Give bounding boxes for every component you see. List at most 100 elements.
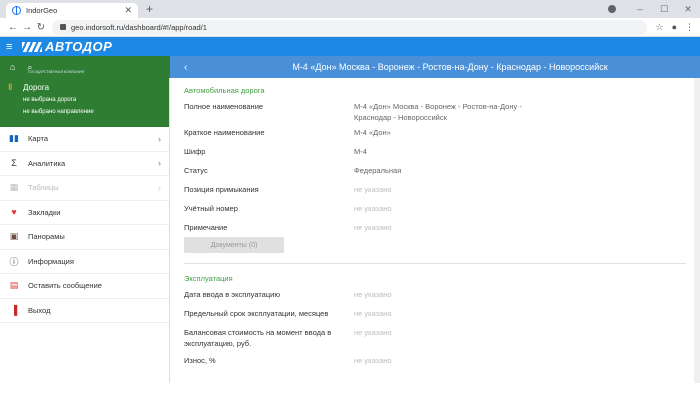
calendar-icon: ▤	[9, 280, 19, 291]
section-title-exploitation: Эксплуатация	[184, 274, 233, 283]
chevron-right-icon: ›	[158, 133, 161, 144]
row-key: Позиция примыкания	[184, 185, 259, 194]
sidebar-item-label: Аналитика	[28, 158, 66, 168]
forward-arrow-icon[interactable]: →	[20, 22, 34, 33]
sidebar-item-label: Таблицы	[28, 183, 59, 193]
info-row: Краткое наименование М-4 «Дон»	[184, 127, 700, 138]
new-tab-button[interactable]: +	[146, 2, 153, 16]
tab-title: IndorGeo	[26, 6, 58, 15]
minimize-icon[interactable]: –	[628, 4, 652, 14]
row-value: не указано	[354, 328, 392, 337]
row-key: Износ, %	[184, 356, 216, 365]
sidebar: Ⅱ Дорога не выбрана дорога не выбрано на…	[0, 78, 170, 383]
tab-close-icon[interactable]: ✕	[124, 5, 132, 16]
divider	[184, 263, 686, 264]
row-value: не указано	[354, 185, 392, 194]
row-key: Дата ввода в эксплуатацию	[184, 290, 280, 299]
chevron-left-icon[interactable]: ‹	[184, 62, 187, 73]
row-key: Примечание	[184, 223, 228, 232]
close-window-icon[interactable]: ✕	[676, 4, 700, 15]
sidebar-item-map[interactable]: ▮▮ Карта ›	[0, 127, 169, 152]
info-row: Дата ввода в эксплуатацию не указано	[184, 289, 700, 300]
row-value: не указано	[354, 204, 392, 213]
browser-tab[interactable]: IndorGeo ✕	[6, 3, 138, 18]
row-value: не указано	[354, 290, 392, 299]
sidebar-item-info[interactable]: ⓘ Информация	[0, 250, 169, 274]
row-key: Предельный срок эксплуатации, месяцев	[184, 309, 329, 318]
info-row: Предельный срок эксплуатации, месяцев не…	[184, 308, 700, 319]
app-toolbar: ⌂ ⌕ ‹ М-4 «Дон» Москва - Воронеж - Росто…	[0, 56, 700, 78]
row-value: не указано	[354, 356, 392, 365]
star-icon[interactable]: ☆	[655, 22, 663, 33]
scrollbar[interactable]	[694, 78, 700, 383]
row-key: Статус	[184, 166, 208, 175]
url-text: geo.indorsoft.ru/dashboard/#!/app/road/1	[71, 22, 207, 32]
road-title: М-4 «Дон» Москва - Воронеж - Ростов-на-Д…	[292, 62, 608, 72]
chevron-right-icon: ›	[158, 158, 161, 169]
browser-tabbar: IndorGeo ✕ + – ☐ ✕	[0, 0, 700, 18]
sidebar-item-message[interactable]: ▤ Оставить сообщение	[0, 274, 169, 299]
row-value: не указано	[354, 223, 392, 232]
sidebar-item-exit[interactable]: ▐ Выход	[0, 299, 169, 323]
sigma-icon: Σ	[11, 158, 17, 169]
logo-stripes-icon	[22, 41, 42, 52]
row-value: Федеральная	[354, 166, 402, 175]
app-header: ≡ АВТОДОР	[0, 37, 700, 56]
info-row: Износ, % не указано	[184, 355, 700, 366]
account-icon[interactable]: ●	[672, 22, 677, 33]
reload-icon[interactable]: ↻	[34, 22, 48, 33]
exit-icon: ▐	[10, 305, 18, 316]
maximize-icon[interactable]: ☐	[652, 4, 676, 15]
info-icon: ⓘ	[9, 256, 19, 267]
sidebar-item-label: Оставить сообщение	[28, 281, 102, 291]
row-value: М-4 «Дон» Москва - Воронеж - Ростов-на-Д…	[354, 102, 522, 122]
sidebar-item-label: Закладки	[28, 207, 61, 217]
info-row: Шифр М-4	[184, 146, 700, 157]
bookmark-icon: ♥	[11, 207, 17, 218]
sidebar-item-analytics[interactable]: Σ Аналитика ›	[0, 152, 169, 176]
row-key: Полное наименование	[184, 102, 264, 111]
back-arrow-icon[interactable]: ←	[6, 22, 20, 33]
row-value: не указано	[354, 309, 392, 318]
logo-text: АВТОДОР	[45, 39, 113, 54]
sidebar-road[interactable]: Ⅱ Дорога не выбрана дорога не выбрано на…	[0, 78, 169, 127]
row-value: М-4 «Дон»	[354, 128, 391, 137]
hamburger-icon[interactable]: ≡	[6, 41, 22, 53]
sidebar-item-label: Карта	[28, 134, 49, 144]
main-content: Автомобильная дорога Полное наименование…	[170, 78, 700, 383]
globe-icon	[12, 6, 21, 15]
chevron-right-icon: ›	[158, 182, 161, 193]
row-value: М-4	[354, 147, 367, 156]
road-icon: Ⅱ	[8, 82, 13, 92]
info-row: Полное наименование М-4 «Дон» Москва - В…	[184, 101, 700, 123]
documents-button[interactable]: Документы (0)	[184, 237, 284, 253]
sidebar-item-bookmarks[interactable]: ♥ Закладки	[0, 201, 169, 225]
sidebar-item-panoramas[interactable]: ▣ Панорамы	[0, 225, 169, 250]
map-icon: ▮▮	[9, 133, 19, 144]
info-row: Учётный номер не указано	[184, 203, 700, 214]
profile-icon[interactable]	[608, 5, 616, 13]
sidebar-item-label: Информация	[28, 256, 74, 266]
table-icon: ▦	[9, 182, 19, 193]
info-row: Статус Федеральная	[184, 165, 700, 176]
row-key: Учётный номер	[184, 204, 238, 213]
home-icon[interactable]: ⌂	[10, 62, 15, 72]
sidebar-item-tables: ▦ Таблицы ›	[0, 176, 169, 201]
row-key: Балансовая стоимость на момент ввода в э…	[184, 328, 332, 348]
section-title-road: Автомобильная дорога	[184, 86, 265, 95]
logo-subtitle: ГОСУДАРСТВЕННАЯ КОМПАНИЯ	[28, 70, 85, 74]
menu-dots-icon[interactable]: ⋮	[685, 22, 694, 33]
panorama-icon: ▣	[9, 231, 19, 242]
info-row: Позиция примыкания не указано	[184, 184, 700, 195]
url-field[interactable]: geo.indorsoft.ru/dashboard/#!/app/road/1	[52, 19, 648, 35]
address-bar: ← → ↻ geo.indorsoft.ru/dashboard/#!/app/…	[0, 18, 700, 37]
row-key: Краткое наименование	[184, 128, 265, 137]
road-label: Дорога	[23, 83, 50, 92]
direction-status: не выбрано направление	[23, 109, 94, 115]
sidebar-item-label: Панорамы	[28, 232, 65, 242]
window-controls: – ☐ ✕	[628, 0, 700, 18]
info-row: Примечание не указано	[184, 222, 700, 233]
road-status: не выбрана дорога	[23, 97, 77, 103]
row-key: Шифр	[184, 147, 206, 156]
lock-icon	[60, 24, 66, 30]
